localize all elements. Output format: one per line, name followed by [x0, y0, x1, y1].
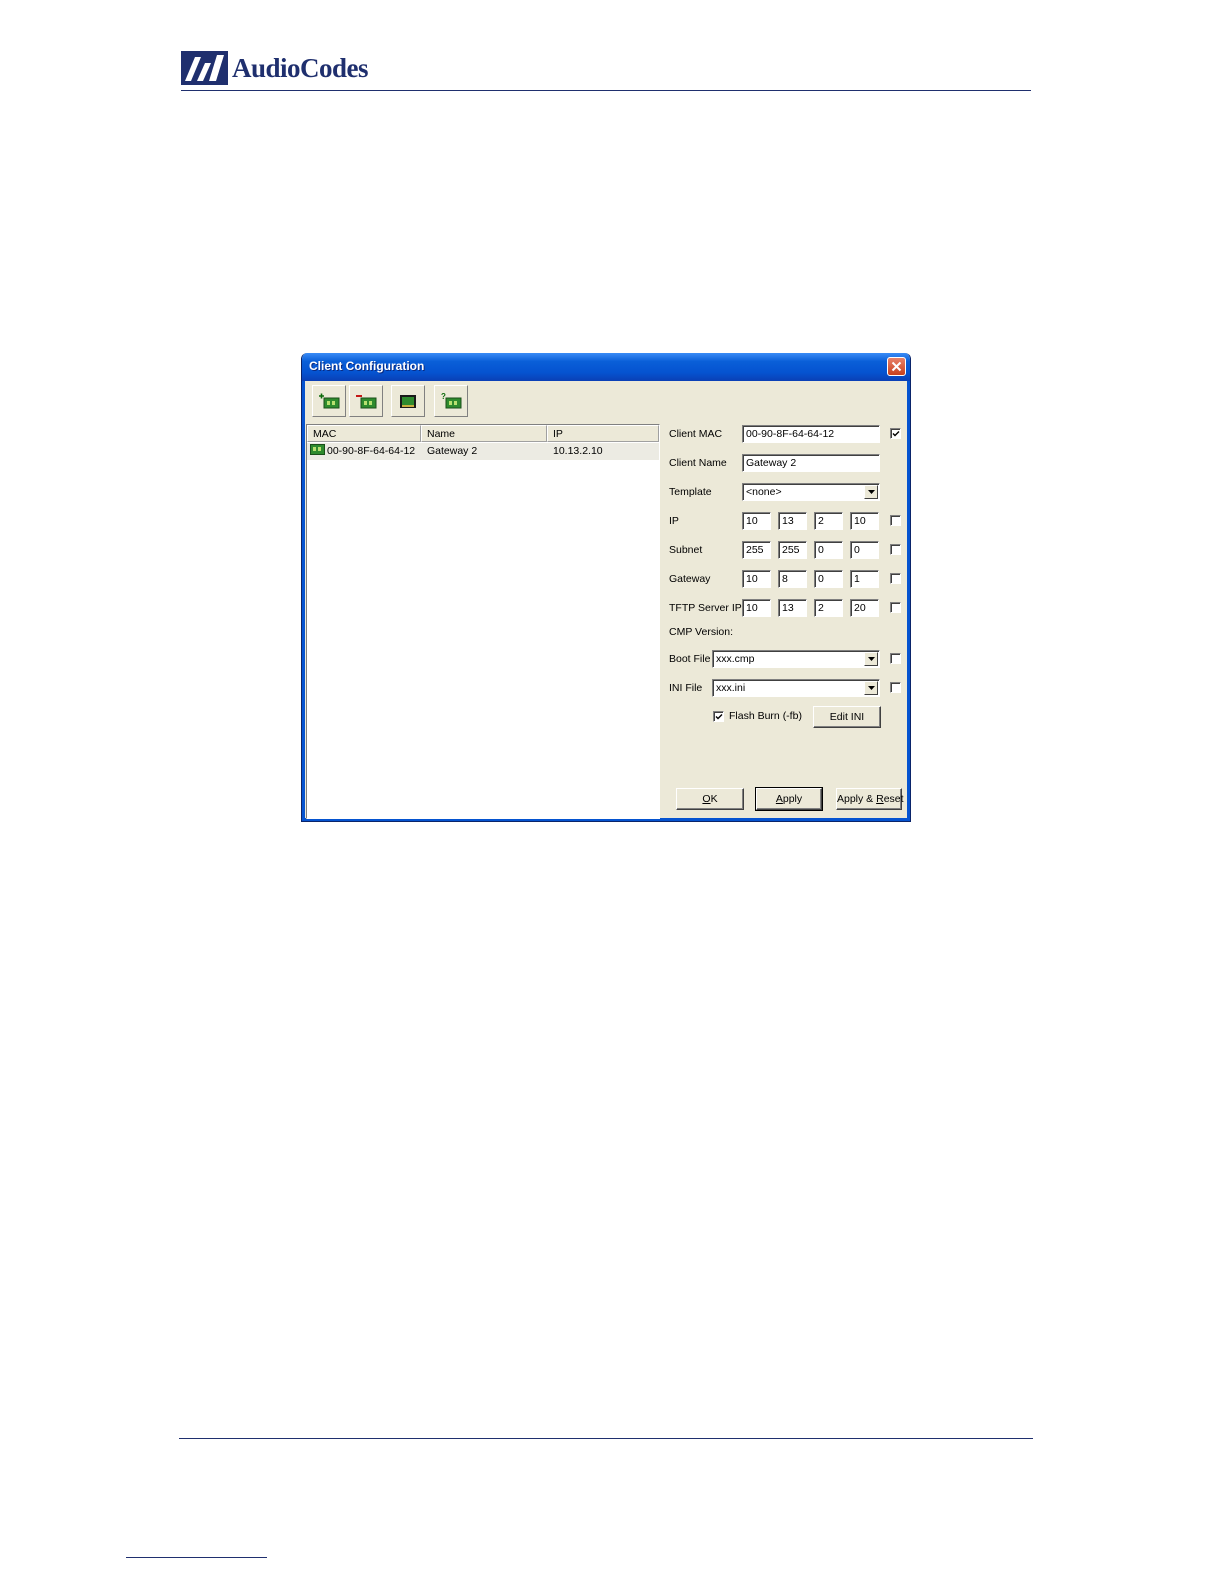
close-icon [891, 361, 902, 372]
subnet-checkbox[interactable] [890, 544, 901, 555]
ip-octet-1[interactable]: 10 [742, 512, 771, 530]
client-configuration-dialog: Client Configuration ? MAC Name IP 00-90… [301, 353, 911, 822]
brand-name: AudioCodes [232, 53, 369, 83]
row-ip: 10.13.2.10 [553, 445, 603, 457]
chevron-down-icon [867, 686, 875, 690]
apply-reset-rest: eset [883, 793, 904, 805]
subnet-octet-3[interactable]: 0 [814, 541, 843, 559]
gateway-octet-3[interactable]: 0 [814, 570, 843, 588]
ini-file-checkbox[interactable] [890, 682, 901, 693]
edit-ini-button[interactable]: Edit INI [813, 706, 881, 728]
tftp-checkbox[interactable] [890, 602, 901, 613]
apply-reset-button[interactable]: Apply & Reset [836, 788, 904, 810]
boot-file-checkbox[interactable] [890, 653, 901, 664]
window-frame-right [907, 381, 910, 821]
ini-file-select[interactable]: xxx.ini [712, 679, 880, 697]
column-header-mac[interactable]: MAC [307, 425, 421, 442]
folder-icon [400, 395, 416, 408]
row-name: Gateway 2 [427, 445, 478, 457]
apply-button[interactable]: Apply [755, 787, 823, 811]
flash-burn-checkbox[interactable] [713, 711, 724, 722]
audiocodes-logo-mark-icon [181, 51, 228, 85]
subnet-octet-1[interactable]: 255 [742, 541, 771, 559]
ip-octet-4[interactable]: 10 [850, 512, 879, 530]
add-client-button[interactable] [312, 385, 346, 417]
footer-rule [179, 1438, 1033, 1439]
gateway-octet-1[interactable]: 10 [742, 570, 771, 588]
client-name-label: Client Name [669, 457, 727, 469]
boot-file-value: xxx.cmp [716, 653, 755, 665]
checkmark-icon [892, 431, 900, 437]
ip-octet-2[interactable]: 13 [778, 512, 807, 530]
audiocodes-logo: AudioCodes [181, 50, 369, 86]
row-mac-cell: 00-90-8F-64-64-12 [307, 443, 421, 460]
client-list[interactable]: MAC Name IP 00-90-8F-64-64-12 Gateway 2 … [306, 424, 660, 819]
tftp-octet-1[interactable]: 10 [742, 599, 771, 617]
gateway-checkbox[interactable] [890, 573, 901, 584]
column-header-ip[interactable]: IP [547, 425, 659, 442]
ip-checkbox[interactable] [890, 515, 901, 526]
apply-label-rest: pply [782, 793, 803, 805]
table-row[interactable]: 00-90-8F-64-64-12 Gateway 2 10.13.2.10 [307, 443, 659, 460]
tftp-server-ip-label: TFTP Server IP [669, 602, 742, 614]
subnet-label: Subnet [669, 544, 703, 556]
ini-file-dropdown-button[interactable] [864, 681, 878, 695]
query-client-button[interactable]: ? [434, 385, 468, 417]
ok-mnemonic: O [702, 793, 711, 805]
gateway-label: Gateway [669, 573, 711, 585]
cmp-version-label: CMP Version: [669, 626, 733, 638]
gateway-octet-4[interactable]: 1 [850, 570, 879, 588]
ip-label: IP [669, 515, 679, 527]
dialog-title: Client Configuration [309, 359, 425, 373]
apply-reset-prefix: Apply & [837, 793, 877, 805]
client-mac-label: Client MAC [669, 428, 723, 440]
remove-client-button[interactable] [349, 385, 383, 417]
tftp-octet-4[interactable]: 20 [850, 599, 879, 617]
tftp-octet-3[interactable]: 2 [814, 599, 843, 617]
ini-file-label: INI File [669, 682, 703, 694]
template-dropdown-button[interactable] [864, 485, 878, 499]
list-header: MAC Name IP [307, 425, 659, 442]
title-bar[interactable]: Client Configuration [302, 353, 910, 381]
boot-file-label: Boot File [669, 653, 711, 665]
template-select[interactable]: <none> [742, 483, 880, 501]
svg-text:?: ? [441, 392, 446, 401]
gateway-octet-2[interactable]: 8 [778, 570, 807, 588]
ok-label-rest: K [710, 793, 718, 805]
tftp-octet-2[interactable]: 13 [778, 599, 807, 617]
template-label: Template [669, 486, 712, 498]
client-name-input[interactable]: Gateway 2 [742, 454, 880, 472]
ok-button[interactable]: OK [676, 788, 744, 810]
boot-file-dropdown-button[interactable] [864, 652, 878, 666]
subnet-octet-2[interactable]: 255 [778, 541, 807, 559]
column-header-name[interactable]: Name [421, 425, 547, 442]
chevron-down-icon [867, 490, 875, 494]
apply-mnemonic: A [775, 793, 783, 805]
query-client-icon: ? [441, 392, 462, 409]
chevron-down-icon [867, 657, 875, 661]
boot-file-select[interactable]: xxx.cmp [712, 650, 880, 668]
open-folder-button[interactable] [391, 385, 425, 417]
footnote-rule [126, 1557, 267, 1558]
header-rule [181, 90, 1031, 91]
ini-file-value: xxx.ini [716, 682, 746, 694]
ip-octet-3[interactable]: 2 [814, 512, 843, 530]
window-frame-left [302, 381, 305, 821]
add-client-icon [319, 393, 340, 409]
client-mac-checkbox[interactable] [890, 428, 901, 439]
row-mac: 00-90-8F-64-64-12 [327, 445, 416, 457]
client-mac-input[interactable]: 00-90-8F-64-64-12 [742, 425, 880, 443]
apply-reset-mnemonic: R [876, 793, 884, 805]
template-value: <none> [746, 486, 782, 498]
remove-client-icon [356, 395, 377, 409]
gateway-icon [310, 444, 325, 455]
flash-burn-label[interactable]: Flash Burn (-fb) [729, 710, 802, 722]
subnet-octet-4[interactable]: 0 [850, 541, 879, 559]
close-button[interactable] [887, 357, 906, 376]
checkmark-icon [715, 714, 723, 720]
